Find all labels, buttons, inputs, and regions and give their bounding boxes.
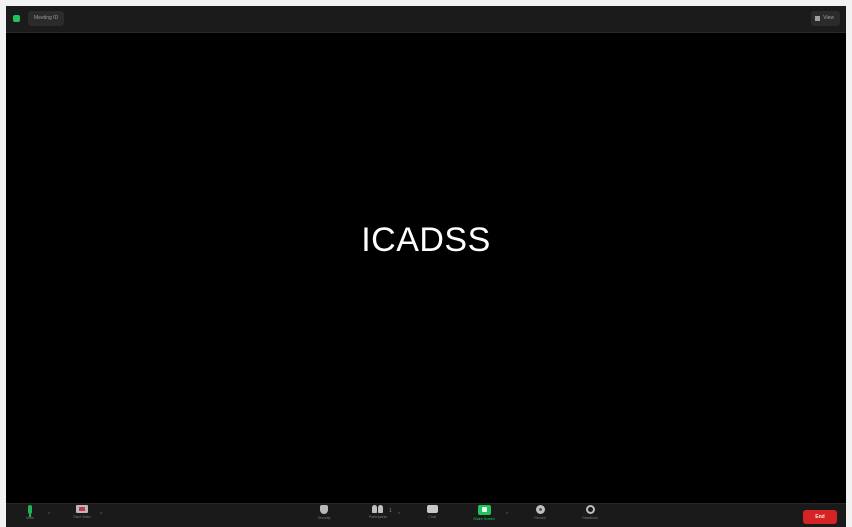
end-meeting-button[interactable]: End [803, 510, 837, 524]
share-screen-icon [477, 505, 491, 515]
participants-icon [371, 505, 385, 513]
security-shield-icon[interactable] [13, 15, 20, 22]
reactions-button[interactable]: Reactions [568, 505, 612, 521]
participants-button[interactable]: Participants [356, 505, 400, 520]
reactions-icon [585, 505, 595, 514]
chat-icon [426, 505, 438, 513]
record-label: Record [534, 516, 546, 520]
security-icon [320, 505, 328, 514]
view-grid-icon [815, 16, 821, 21]
mute-button[interactable]: Mute [8, 505, 52, 521]
record-button[interactable]: Record [518, 505, 562, 521]
meeting-window: Meeting ID View ICADSS Mute ^ Start Vide… [6, 6, 846, 527]
share-screen-label: Share Screen [473, 517, 495, 521]
video-options-chevron-icon[interactable]: ^ [100, 512, 102, 518]
meeting-controls-toolbar: Mute ^ Start Video ^ Security Participan… [6, 503, 846, 527]
shared-content-name: ICADSS [361, 221, 491, 259]
security-button[interactable]: Security [302, 505, 346, 521]
record-icon [535, 505, 545, 514]
audio-options-chevron-icon[interactable]: ^ [48, 512, 50, 518]
chat-button[interactable]: Chat [410, 505, 454, 520]
participants-label: Participants [368, 515, 388, 519]
view-button[interactable]: View [811, 11, 840, 26]
meeting-top-bar: Meeting ID View [6, 6, 846, 33]
share-options-chevron-icon[interactable]: ^ [506, 512, 508, 518]
participants-options-chevron-icon[interactable]: ^ [398, 512, 400, 518]
shared-screen-stage: ICADSS [6, 33, 846, 503]
microphone-icon [28, 505, 32, 517]
participant-count: 1 [389, 508, 392, 514]
chat-label: Chat [428, 515, 436, 519]
start-video-label: Start Video [73, 515, 91, 519]
start-video-button[interactable]: Start Video [60, 505, 104, 520]
meeting-info-button[interactable]: Meeting ID [28, 11, 65, 26]
reactions-label: Reactions [582, 516, 598, 520]
security-label: Security [317, 516, 331, 520]
view-button-label: View [823, 15, 834, 21]
video-off-icon [76, 505, 88, 513]
share-screen-button[interactable]: Share Screen [462, 505, 506, 522]
